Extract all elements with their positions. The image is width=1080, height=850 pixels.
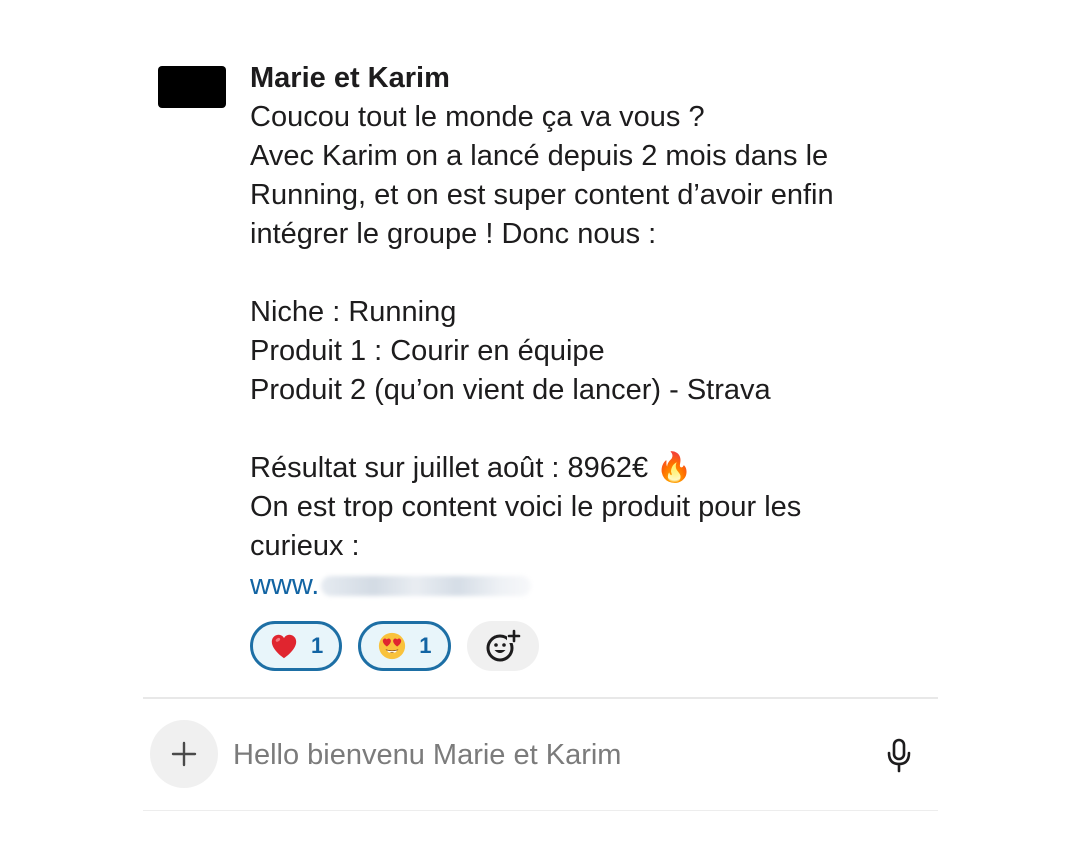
message-line: curieux :	[250, 530, 360, 562]
message-content: Marie et Karim Coucou tout le monde ça v…	[250, 58, 940, 671]
message-line: Produit 2 (qu’on vient de lancer) - Stra…	[250, 374, 771, 406]
reaction-heart[interactable]: 1	[250, 621, 343, 671]
message-line: Résultat sur juillet août : 8962€ 🔥	[250, 452, 693, 484]
add-reaction-icon	[486, 629, 521, 662]
avatar[interactable]	[158, 66, 226, 108]
message-link[interactable]: www.	[250, 566, 940, 605]
reaction-heart-eyes[interactable]: 1	[358, 621, 451, 671]
message-line: Coucou tout le monde ça va vous ?	[250, 101, 705, 133]
reaction-count: 1	[311, 633, 324, 658]
message-composer	[143, 710, 938, 800]
sender-name[interactable]: Marie et Karim	[250, 58, 940, 98]
link-text[interactable]: www.	[250, 566, 319, 605]
message-line: On est trop content voici le produit pou…	[250, 491, 802, 523]
message-body: Coucou tout le monde ça va vous ? Avec K…	[250, 98, 940, 566]
microphone-button[interactable]	[881, 736, 917, 776]
message-line: Avec Karim on a lancé depuis 2 mois dans…	[250, 140, 829, 172]
message-line: Running, et on est super content d’avoir…	[250, 179, 834, 211]
red-heart-emoji-icon	[271, 634, 297, 659]
add-reaction-button[interactable]	[466, 621, 539, 671]
heart-eyes-emoji-icon	[379, 632, 406, 660]
reactions-bar: 1 1	[250, 621, 940, 671]
message-input[interactable]	[233, 732, 853, 778]
plus-icon	[171, 741, 197, 767]
redacted-url	[321, 575, 532, 596]
plus-button[interactable]	[150, 720, 218, 788]
microphone-icon	[887, 738, 911, 773]
reaction-count: 1	[419, 633, 432, 658]
bottom-divider	[143, 810, 938, 811]
divider	[143, 697, 938, 699]
message-line: intégrer le groupe ! Donc nous :	[250, 218, 657, 250]
message-line: Produit 1 : Courir en équipe	[250, 335, 605, 367]
message-line: Niche : Running	[250, 296, 457, 328]
